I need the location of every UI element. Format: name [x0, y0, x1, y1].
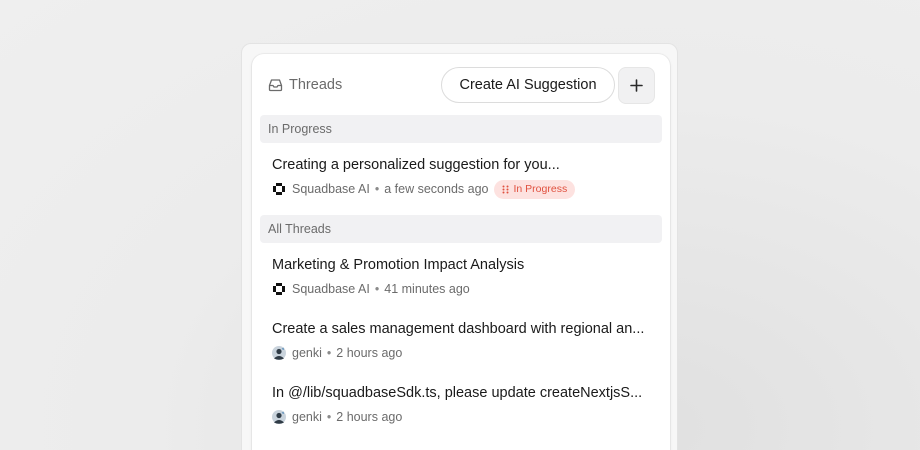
plus-icon [630, 79, 643, 92]
thread-title: Creating a personalized suggestion for y… [272, 157, 560, 173]
squadbase-logo-icon [273, 283, 285, 295]
user-avatar-icon [272, 410, 286, 424]
threads-header: Threads Create AI Suggestion [252, 54, 670, 116]
create-ai-suggestion-label: Create AI Suggestion [459, 77, 597, 93]
thread-item[interactable]: In @/lib/squadbaseSdk.ts, please update … [272, 383, 657, 427]
spinner-dots-icon [502, 185, 508, 193]
thread-item-in-progress[interactable]: Creating a personalized suggestion for y… [272, 155, 657, 199]
squadbase-logo-icon [273, 183, 285, 195]
thread-time: a few seconds ago [384, 182, 489, 196]
section-all-threads-label: All Threads [268, 222, 331, 236]
threads-panel: Threads Create AI Suggestion In Progress… [252, 54, 670, 450]
meta-separator: • [374, 282, 380, 296]
add-thread-button[interactable] [618, 67, 655, 104]
thread-meta: Squadbase AI • a few seconds ago In Prog… [272, 179, 657, 199]
thread-item[interactable]: Create a sales management dashboard with… [272, 319, 657, 363]
threads-title: Threads [268, 76, 342, 94]
thread-author: Squadbase AI [292, 282, 370, 296]
thread-meta: genki • 2 hours ago [272, 343, 657, 363]
meta-separator: • [326, 346, 332, 360]
user-avatar-icon [272, 346, 286, 360]
thread-author: Squadbase AI [292, 182, 370, 196]
status-badge: In Progress [493, 179, 576, 199]
create-ai-suggestion-button[interactable]: Create AI Suggestion [441, 67, 615, 103]
thread-time: 2 hours ago [336, 346, 403, 360]
threads-title-label: Threads [289, 77, 343, 93]
thread-author: genki [292, 346, 322, 360]
thread-item[interactable]: Marketing & Promotion Impact Analysis Sq… [272, 255, 657, 299]
thread-meta: Squadbase AI • 41 minutes ago [272, 279, 657, 299]
thread-time: 2 hours ago [336, 410, 403, 424]
thread-time: 41 minutes ago [384, 282, 470, 296]
thread-title: Create a sales management dashboard with… [272, 321, 645, 337]
inbox-icon [268, 79, 283, 92]
thread-author: genki [292, 410, 322, 424]
section-in-progress-header: In Progress [260, 115, 662, 143]
thread-title: Marketing & Promotion Impact Analysis [272, 257, 525, 273]
meta-separator: • [326, 410, 332, 424]
meta-separator: • [374, 182, 380, 196]
thread-title: In @/lib/squadbaseSdk.ts, please update … [272, 385, 643, 401]
thread-meta: genki • 2 hours ago [272, 407, 657, 427]
section-all-threads-header: All Threads [260, 215, 662, 243]
section-in-progress-label: In Progress [268, 122, 332, 136]
status-badge-label: In Progress [513, 183, 568, 195]
